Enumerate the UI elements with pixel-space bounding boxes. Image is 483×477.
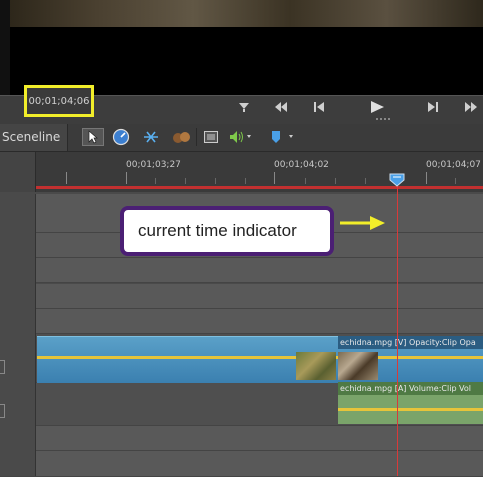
split-icon[interactable] bbox=[141, 128, 161, 146]
step-forward-icon[interactable] bbox=[424, 99, 442, 115]
ruler-minor-tick bbox=[215, 178, 216, 184]
preview-monitor bbox=[0, 0, 483, 95]
video-frame bbox=[0, 0, 483, 27]
current-time-indicator-head[interactable] bbox=[389, 172, 405, 191]
ruler-tick bbox=[274, 172, 275, 184]
video-clip-label: echidna.mpg [V] Opacity:Clip Opa bbox=[338, 336, 483, 349]
ruler-tick bbox=[66, 172, 67, 184]
ruler-tick bbox=[126, 172, 127, 184]
arrow-right-icon bbox=[338, 214, 388, 236]
properties-icon[interactable] bbox=[202, 128, 220, 146]
ruler-minor-tick bbox=[335, 178, 336, 184]
set-in-icon[interactable] bbox=[235, 99, 253, 115]
ruler-minor-tick bbox=[185, 178, 186, 184]
volume-line[interactable] bbox=[338, 408, 483, 411]
ruler-tick-label: 00;01;03;27 bbox=[126, 160, 181, 170]
work-area-bar[interactable] bbox=[36, 186, 483, 189]
clock-icon[interactable] bbox=[111, 128, 131, 146]
current-timecode[interactable]: 00;01;04;06 bbox=[24, 85, 94, 117]
track-row bbox=[0, 258, 483, 283]
annotation-callout: current time indicator bbox=[120, 206, 334, 256]
ruler-minor-tick bbox=[155, 178, 156, 184]
track-toggle[interactable] bbox=[0, 360, 5, 374]
track-headers bbox=[0, 194, 36, 476]
ruler-tick-label: 00;01;04;07 bbox=[426, 160, 481, 170]
ruler-gutter bbox=[0, 152, 36, 192]
rewind-icon[interactable] bbox=[272, 99, 290, 115]
resize-grip[interactable] bbox=[376, 118, 390, 123]
ruler-minor-tick bbox=[365, 178, 366, 184]
time-ruler[interactable]: 00;01;03;27 00;01;04;02 00;01;04;07 bbox=[0, 152, 483, 192]
fast-forward-icon[interactable] bbox=[462, 99, 480, 115]
ruler-tick bbox=[426, 172, 427, 184]
audio-mix-icon[interactable] bbox=[170, 128, 192, 146]
play-icon[interactable] bbox=[368, 99, 386, 115]
clip-thumbnail bbox=[296, 352, 336, 380]
track-row bbox=[0, 426, 483, 451]
marker-icon[interactable] bbox=[268, 128, 298, 146]
speaker-icon[interactable] bbox=[228, 128, 254, 146]
monitor-edge bbox=[0, 0, 10, 95]
ruler-minor-tick bbox=[245, 178, 246, 184]
clip-thumbnail bbox=[338, 352, 378, 380]
toolbar-divider bbox=[196, 128, 197, 146]
track-row bbox=[0, 309, 483, 334]
audio-clip-label: echidna.mpg [A] Volume:Clip Vol bbox=[338, 382, 483, 395]
selection-tool-icon[interactable] bbox=[82, 128, 104, 146]
track-row bbox=[0, 451, 483, 477]
timeline-toolbar: Sceneline bbox=[0, 124, 483, 152]
ruler-minor-tick bbox=[455, 178, 456, 184]
current-time-indicator-line[interactable] bbox=[397, 182, 398, 476]
step-back-icon[interactable] bbox=[310, 99, 328, 115]
track-toggle[interactable] bbox=[0, 404, 5, 418]
track-row bbox=[0, 284, 483, 309]
ruler-tick-label: 00;01;04;02 bbox=[274, 160, 329, 170]
ruler-minor-tick bbox=[305, 178, 306, 184]
sceneline-tab[interactable]: Sceneline bbox=[0, 124, 68, 151]
